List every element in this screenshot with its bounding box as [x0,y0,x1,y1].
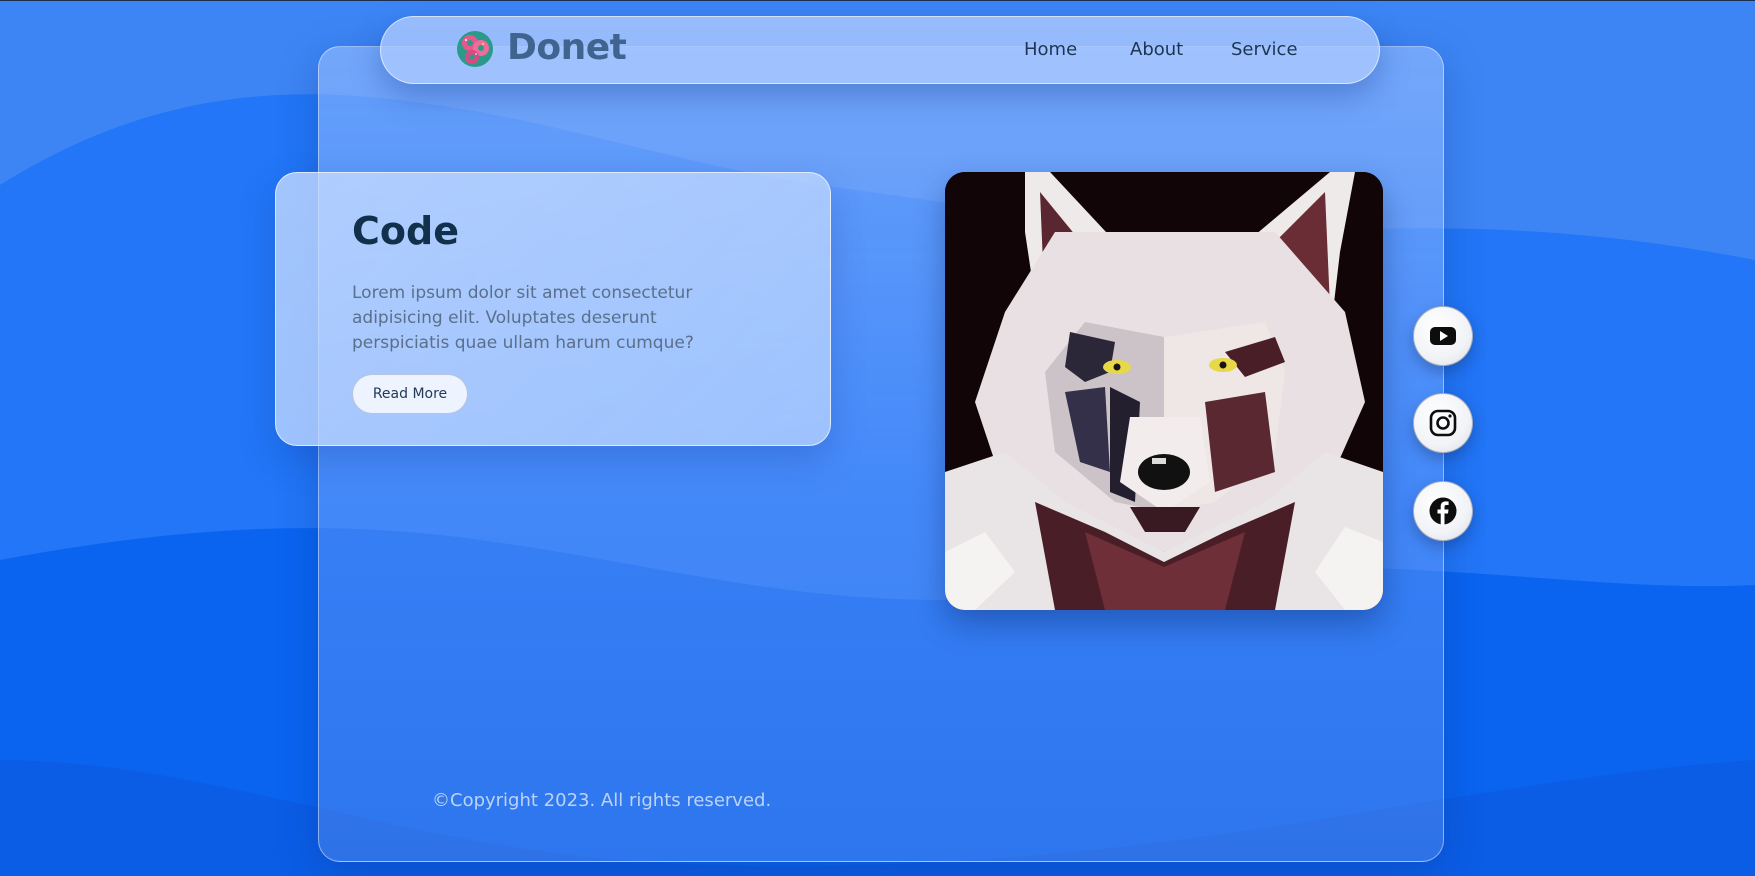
navbar: Donet Home About Service [380,16,1380,84]
footer-copyright: ©Copyright 2023. All rights reserved. [432,790,772,811]
hero-description: Lorem ipsum dolor sit amet consectetur a… [352,283,694,353]
hero-card: Code Lorem ipsum dolor sit amet consecte… [275,172,831,446]
brand-name[interactable]: Donet [507,27,627,68]
read-more-button[interactable]: Read More [352,374,468,414]
nav-service-link[interactable]: Service [1231,39,1298,60]
nav-home-link[interactable]: Home [1024,39,1077,60]
youtube-button[interactable] [1413,306,1473,366]
wolf-portrait-image [945,172,1383,610]
instagram-button[interactable] [1413,393,1473,453]
donut-logo-icon[interactable] [456,30,494,68]
facebook-button[interactable] [1413,481,1473,541]
hero-title: Code [352,209,459,253]
nav-about-link[interactable]: About [1130,39,1183,60]
